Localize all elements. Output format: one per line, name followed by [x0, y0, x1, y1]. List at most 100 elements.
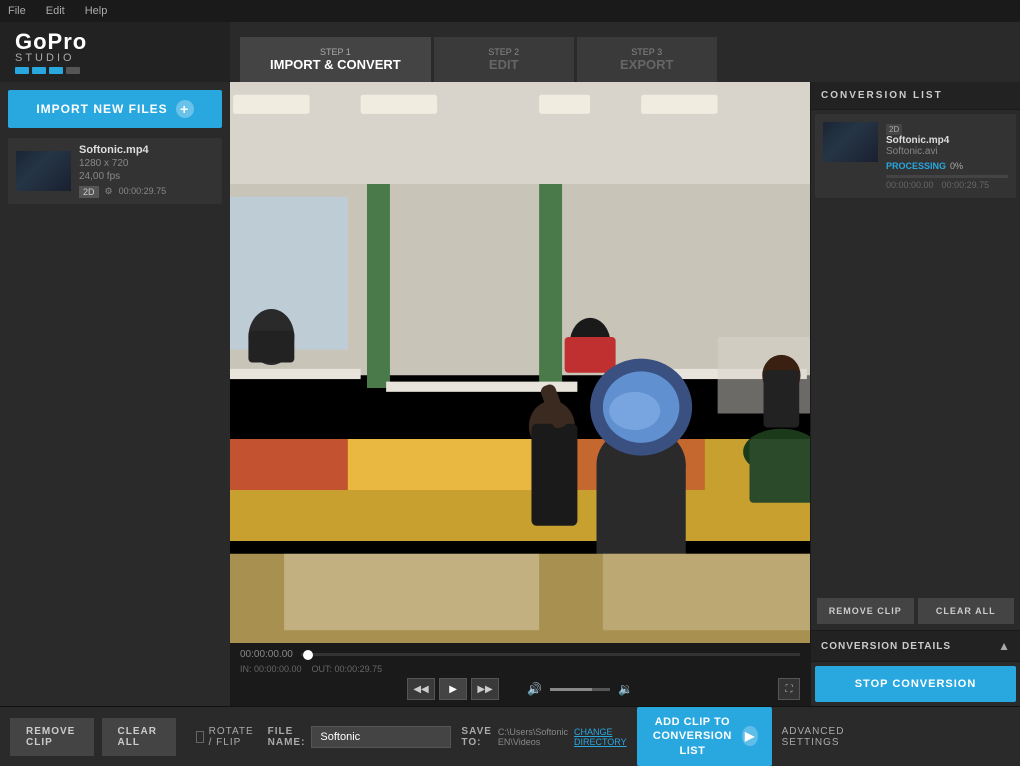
conv-progress-track [886, 175, 1008, 178]
steps-bar: STEP 1 IMPORT & CONVERT STEP 2 EDIT STEP… [230, 22, 1020, 82]
conv-badge-2d: 2D [886, 124, 902, 135]
dot-1 [15, 67, 29, 74]
dot-3 [49, 67, 63, 74]
conv-output-filename: Softonic.avi [886, 146, 1008, 157]
add-clip-to-conversion-button[interactable]: ADD CLIP TO CONVERSION LIST ▶ [637, 707, 772, 766]
fast-forward-button[interactable]: ▶▶ [471, 678, 499, 700]
step-3-tab[interactable]: STEP 3 EXPORT [577, 37, 717, 82]
center-area: 00:00:00.00 IN: 00:00:00.00 OUT: 00:00:2… [230, 82, 810, 706]
step-2-label: EDIT [464, 57, 544, 72]
conv-progress-pct: 0% [950, 161, 963, 171]
filename-input[interactable] [311, 726, 451, 748]
right-btn-row: REMOVE CLIP CLEAR ALL [811, 592, 1020, 630]
filename-group: FILE NAME: [268, 726, 452, 748]
logo-dots [15, 67, 87, 74]
badge-2d: 2D [79, 186, 99, 198]
conversion-list-title: CONVERSION LIST [811, 82, 1020, 110]
timecode-bar: 00:00:00.00 [240, 649, 800, 660]
left-sidebar: IMPORT NEW FILES + Softonic.mp4 1280 x 7… [0, 82, 230, 706]
brand-name: GoPro [15, 31, 87, 53]
title-bar: File Edit Help [0, 0, 1020, 22]
import-btn-label: IMPORT NEW FILES [36, 102, 167, 116]
fullscreen-button[interactable]: ⛶ [778, 678, 800, 700]
volume-fill [550, 688, 592, 691]
video-frame [230, 82, 810, 643]
list-item[interactable]: Softonic.mp4 1280 x 720 24,00 fps 2D ⚙ 0… [8, 138, 222, 204]
right-spacer [811, 202, 1020, 592]
advanced-settings-button[interactable]: ADVANCED SETTINGS [782, 726, 845, 748]
plus-icon: + [176, 100, 194, 118]
bottom-right-spacer [854, 707, 1020, 766]
step-1-tab[interactable]: STEP 1 IMPORT & CONVERT [240, 37, 431, 82]
studio-label: STUDIO [15, 53, 87, 64]
conversion-details-section[interactable]: CONVERSION DETAILS ▲ [811, 630, 1020, 662]
step-1-num: STEP 1 [270, 47, 401, 57]
clear-all-button[interactable]: CLEAR ALL [102, 718, 176, 756]
bottom-bar: REMOVE CLIP CLEAR ALL ROTATE / FLIP FILE… [0, 706, 1020, 766]
rewind-button[interactable]: ◀◀ [407, 678, 435, 700]
saveto-group: SAVE TO: C:\Users\Softonic EN\Videos CHA… [461, 726, 626, 748]
file-icon-gear: ⚙ [105, 186, 113, 198]
volume-icon: 🔊 [527, 682, 542, 696]
dot-4 [66, 67, 80, 74]
video-controls: 00:00:00.00 IN: 00:00:00.00 OUT: 00:00:2… [230, 643, 810, 706]
step-1-label: IMPORT & CONVERT [270, 57, 401, 72]
current-timecode: 00:00:00.00 [240, 649, 293, 660]
step-3-label: EXPORT [607, 57, 687, 72]
volume-slider[interactable] [550, 688, 610, 691]
bottom-left-buttons: REMOVE CLIP CLEAR ALL [0, 707, 186, 766]
file-meta: 2D ⚙ 00:00:29.75 [79, 186, 214, 198]
file-list: Softonic.mp4 1280 x 720 24,00 fps 2D ⚙ 0… [0, 136, 230, 706]
logo-area: GoPro STUDIO [0, 22, 230, 82]
file-info: Softonic.mp4 1280 x 720 24,00 fps 2D ⚙ 0… [79, 144, 214, 198]
playback-row: ◀◀ ▶ ▶▶ 🔊 🔉 ⛶ [240, 678, 800, 700]
conv-info: 2D Softonic.mp4 Softonic.avi PROCESSING … [886, 122, 1008, 190]
add-clip-label: ADD CLIP TO CONVERSION LIST [651, 715, 735, 758]
menu-file[interactable]: File [8, 5, 26, 17]
dot-2 [32, 67, 46, 74]
import-new-files-button[interactable]: IMPORT NEW FILES + [8, 90, 222, 128]
expand-arrow-icon: ▲ [998, 639, 1010, 653]
step-3-num: STEP 3 [607, 47, 687, 57]
file-thumbnail [16, 151, 71, 191]
saveto-path: C:\Users\Softonic EN\Videos [498, 727, 568, 747]
in-point: IN: 00:00:00.00 [240, 664, 302, 674]
file-duration: 00:00:29.75 [119, 186, 167, 198]
right-sidebar: CONVERSION LIST 2D Softonic.mp4 Softonic… [810, 82, 1020, 706]
file-resolution: 1280 x 720 [79, 158, 214, 169]
rotate-label: ROTATE / FLIP [209, 726, 258, 748]
conversion-details-label: CONVERSION DETAILS [821, 641, 951, 652]
play-button[interactable]: ▶ [439, 678, 467, 700]
step-2-tab[interactable]: STEP 2 EDIT [434, 37, 574, 82]
menu-edit[interactable]: Edit [46, 5, 65, 17]
conv-progress-track-row [886, 175, 1008, 178]
rotate-checkbox[interactable] [196, 731, 204, 743]
progress-handle[interactable] [303, 650, 313, 660]
conv-time-elapsed: 00:00:00.00 [886, 180, 934, 190]
menu-help[interactable]: Help [85, 5, 108, 17]
progress-track[interactable] [301, 653, 800, 656]
out-point: OUT: 00:00:29.75 [312, 664, 383, 674]
rotate-flip-group: ROTATE / FLIP [196, 726, 258, 748]
remove-clip-button[interactable]: REMOVE CLIP [10, 718, 94, 756]
bottom-center-controls: ROTATE / FLIP FILE NAME: SAVE TO: C:\Use… [186, 707, 855, 766]
right-clear-all-button[interactable]: CLEAR ALL [918, 598, 1015, 624]
saveto-label: SAVE TO: [461, 726, 492, 748]
conv-progress-row: PROCESSING 0% [886, 161, 1008, 171]
file-fps: 24,00 fps [79, 171, 214, 182]
gopro-logo: GoPro STUDIO [15, 31, 87, 74]
stop-conversion-button[interactable]: STOP CONVERSION [815, 666, 1016, 702]
filename-label: FILE NAME: [268, 726, 306, 748]
conversion-list-item[interactable]: 2D Softonic.mp4 Softonic.avi PROCESSING … [815, 114, 1016, 198]
change-directory-link[interactable]: CHANGE DIRECTORY [574, 727, 627, 747]
conv-time-total: 00:00:29.75 [942, 180, 990, 190]
right-remove-clip-button[interactable]: REMOVE CLIP [817, 598, 914, 624]
conv-progress-label: PROCESSING [886, 161, 946, 171]
conv-times: 00:00:00.00 00:00:29.75 [886, 180, 1008, 190]
thumb-image [16, 151, 71, 191]
conv-thumbnail [823, 122, 878, 162]
in-out-bar: IN: 00:00:00.00 OUT: 00:00:29.75 [240, 664, 800, 674]
volume-high-icon: 🔉 [618, 682, 633, 696]
conv-input-filename: Softonic.mp4 [886, 135, 1008, 146]
conv-meta-row: 2D [886, 124, 1008, 135]
